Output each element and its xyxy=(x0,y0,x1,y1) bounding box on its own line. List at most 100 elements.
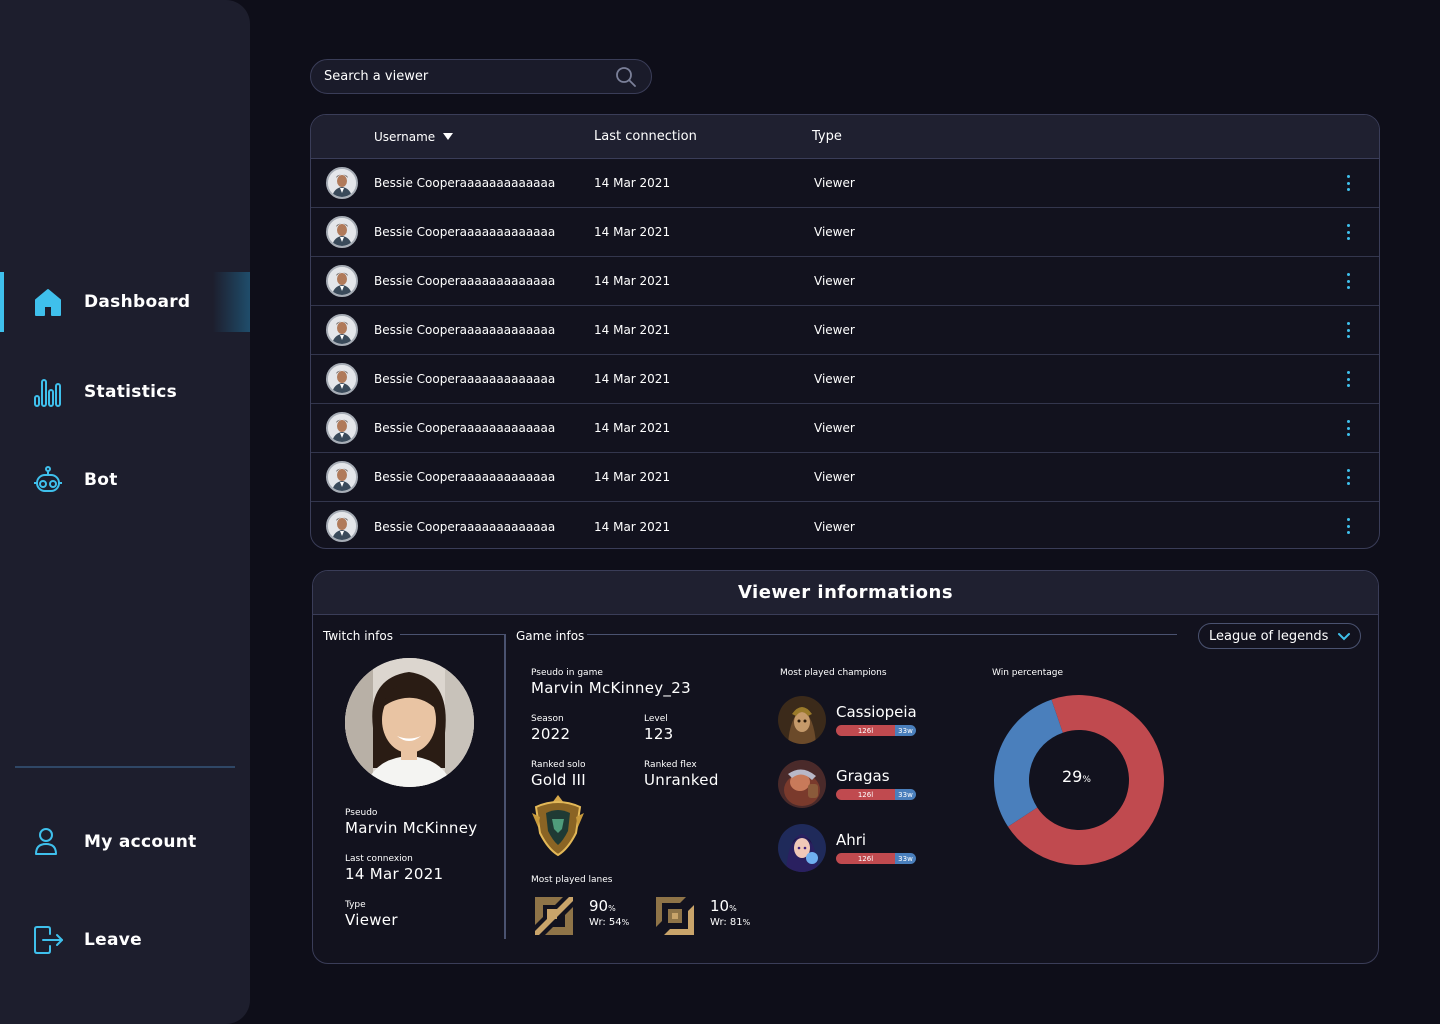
level-label: Level xyxy=(644,714,668,724)
sidebar: Dashboard Statistics Bot My account Leav… xyxy=(0,0,250,1024)
row-username: Bessie Cooperaaaaaaaaaaaaa xyxy=(374,372,556,386)
row-avatar xyxy=(326,510,358,542)
logout-icon xyxy=(32,924,64,956)
row-avatar xyxy=(326,412,358,444)
more-options-icon[interactable] xyxy=(1345,175,1351,191)
level-value: 123 xyxy=(644,725,674,743)
twitch-pseudo: Marvin McKinney xyxy=(345,819,478,837)
row-avatar xyxy=(326,216,358,248)
game-select-dropdown[interactable]: League of legends xyxy=(1198,623,1361,649)
ranked-flex-label: Ranked flex xyxy=(644,760,697,770)
row-last-connection: 14 Mar 2021 xyxy=(594,176,671,190)
row-type: Viewer xyxy=(814,274,855,288)
table-row[interactable]: Bessie Cooperaaaaaaaaaaaaa 14 Mar 2021 Vie… xyxy=(311,453,1379,502)
home-icon xyxy=(32,286,64,318)
nav-my-account[interactable]: My account xyxy=(0,812,250,872)
row-username: Bessie Cooperaaaaaaaaaaaaa xyxy=(374,421,556,435)
panel-title: Viewer informations xyxy=(313,571,1378,615)
bar-chart-icon xyxy=(32,376,64,408)
champion-3-name: Ahri xyxy=(836,831,867,849)
search-bar[interactable] xyxy=(310,59,652,94)
season-value: 2022 xyxy=(531,725,571,743)
row-type: Viewer xyxy=(814,176,855,190)
table-header: Username Last connection Type xyxy=(311,115,1379,159)
lane-1-winrate: Wr: 54% xyxy=(589,917,630,928)
more-options-icon[interactable] xyxy=(1345,469,1351,485)
more-options-icon[interactable] xyxy=(1345,420,1351,436)
viewers-table: Username Last connection Type Bessie Coo… xyxy=(310,114,1380,549)
row-last-connection: 14 Mar 2021 xyxy=(594,519,671,534)
table-row[interactable]: Bessie Cooperaaaaaaaaaaaaa 14 Mar 2021 Vie… xyxy=(311,208,1379,257)
row-username: Bessie Cooperaaaaaaaaaaaaa xyxy=(374,274,556,288)
twitch-infos-title: Twitch infos xyxy=(323,629,393,643)
twitch-section-line xyxy=(400,634,504,635)
row-avatar xyxy=(326,265,358,297)
lanes-label: Most played lanes xyxy=(531,875,613,885)
row-username: Bessie Cooperaaaaaaaaaaaaa xyxy=(374,176,556,190)
nav-bot[interactable]: Bot xyxy=(0,450,250,510)
champion-3-wins: 33w xyxy=(895,853,916,864)
table-row[interactable]: Bessie Cooperaaaaaaaaaaaaa 14 Mar 2021 Vie… xyxy=(311,159,1379,208)
lane-2-winrate: Wr: 81% xyxy=(710,917,751,928)
sidebar-divider xyxy=(15,766,235,768)
more-options-icon[interactable] xyxy=(1345,518,1351,534)
more-options-icon[interactable] xyxy=(1345,371,1351,387)
game-select-value: League of legends xyxy=(1209,628,1329,644)
champion-2-record-bar: 126l 33w xyxy=(836,789,916,800)
header-last-connection[interactable]: Last connection xyxy=(594,129,697,144)
table-body: Bessie Cooperaaaaaaaaaaaaa 14 Mar 2021 Vie… xyxy=(311,159,1379,548)
nav-statistics-label: Statistics xyxy=(84,382,178,402)
row-type: Viewer xyxy=(814,372,855,386)
row-type: Viewer xyxy=(814,421,855,435)
more-options-icon[interactable] xyxy=(1345,224,1351,240)
season-label: Season xyxy=(531,714,564,724)
champions-label: Most played champions xyxy=(780,668,887,678)
lane-1-pct: 90% xyxy=(589,897,616,915)
row-username: Bessie Cooperaaaaaaaaaaaaa xyxy=(374,225,556,239)
nav-my-account-label: My account xyxy=(84,832,197,852)
gold-rank-emblem-icon xyxy=(530,793,586,861)
more-options-icon[interactable] xyxy=(1345,273,1351,289)
search-input[interactable] xyxy=(324,69,604,84)
viewer-info-panel: Viewer informations Twitch infos Pseudo … xyxy=(312,570,1379,964)
win-percentage-value: 29% xyxy=(1062,767,1091,786)
gragas-icon xyxy=(778,760,826,808)
nav-leave[interactable]: Leave xyxy=(0,910,250,970)
win-percentage-label: Win percentage xyxy=(992,668,1064,678)
champion-3-losses: 126l xyxy=(836,853,895,864)
table-row[interactable]: Bessie Cooperaaaaaaaaaaaaa 14 Mar 2021 Vie… xyxy=(311,355,1379,404)
table-row[interactable]: Bessie Cooperaaaaaaaaaaaaa 14 Mar 2021 Vie… xyxy=(311,257,1379,306)
table-row[interactable]: Bessie Cooperaaaaaaaaaaaaa 14 Mar 2021 Vie… xyxy=(311,306,1379,355)
cassiopeia-icon xyxy=(778,696,826,744)
row-last-connection: 14 Mar 2021 xyxy=(594,421,671,435)
champion-2-losses: 126l xyxy=(836,789,895,800)
lane-2-pct: 10% xyxy=(710,897,737,915)
search-icon[interactable] xyxy=(615,66,637,92)
nav-dashboard[interactable]: Dashboard xyxy=(0,272,250,332)
chevron-down-icon xyxy=(1337,629,1351,647)
header-type[interactable]: Type xyxy=(812,129,842,144)
ranked-solo-value: Gold III xyxy=(531,771,586,789)
viewer-avatar xyxy=(345,658,474,787)
champion-1-losses: 126l xyxy=(836,725,895,736)
ranked-solo-label: Ranked solo xyxy=(531,760,586,770)
row-avatar xyxy=(326,167,358,199)
row-avatar xyxy=(326,363,358,395)
nav-leave-label: Leave xyxy=(84,930,142,950)
ranked-flex-value: Unranked xyxy=(644,771,719,789)
twitch-last-label: Last connexion xyxy=(345,854,413,864)
table-row[interactable]: Bessie Cooperaaaaaaaaaaaaa 14 Mar 2021 Vie… xyxy=(311,502,1379,548)
more-options-icon[interactable] xyxy=(1345,322,1351,338)
twitch-section-divider xyxy=(504,634,506,939)
nav-statistics[interactable]: Statistics xyxy=(0,362,250,422)
row-type: Viewer xyxy=(814,470,855,484)
twitch-type-label: Type xyxy=(345,900,366,910)
header-username[interactable]: Username xyxy=(374,130,453,144)
game-infos-title: Game infos xyxy=(516,629,585,643)
row-username: Bessie Cooperaaaaaaaaaaaaa xyxy=(374,519,556,534)
row-avatar xyxy=(326,461,358,493)
twitch-type: Viewer xyxy=(345,911,398,929)
sort-down-icon xyxy=(443,130,453,144)
game-section-line xyxy=(587,634,1177,635)
table-row[interactable]: Bessie Cooperaaaaaaaaaaaaa 14 Mar 2021 Vie… xyxy=(311,404,1379,453)
